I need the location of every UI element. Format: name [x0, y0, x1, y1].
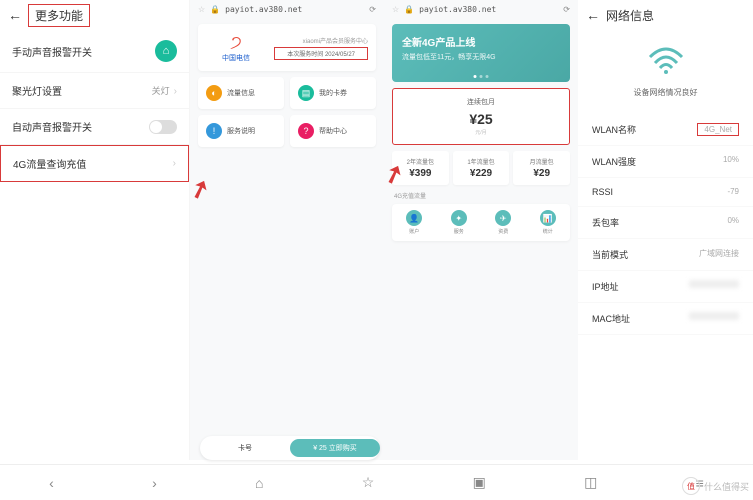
grid-label: 我的卡券	[319, 88, 347, 98]
grid-traffic-info[interactable]: ◐ 流量信息	[198, 77, 284, 109]
watermark-icon: 值	[682, 477, 700, 495]
back-icon[interactable]: ←	[586, 7, 600, 23]
ic-service[interactable]: ✦服务	[451, 210, 467, 235]
row-label: 手动声音报警开关	[12, 44, 92, 59]
chart-icon: 📊	[540, 210, 556, 226]
row-value: 关灯	[152, 86, 170, 96]
pack-row: 2年流量包¥399 1年流量包¥229 月流量包¥29	[392, 151, 570, 185]
help-icon: ?	[298, 123, 314, 139]
banner-title: 全新4G产品上线	[402, 34, 560, 49]
page-title: 网络信息	[606, 7, 654, 24]
watermark-text: 什么值得买	[704, 480, 749, 493]
nav-tabs-icon[interactable]: ▣	[473, 474, 486, 491]
telecom-date: 本次服务时间 2024/05/27	[274, 47, 368, 60]
pack-title: 月流量包	[516, 157, 567, 166]
star-icon-2: ✦	[451, 210, 467, 226]
ic-account[interactable]: 👤账户	[406, 210, 422, 235]
back-icon[interactable]: ←	[8, 7, 22, 23]
pack-price: ¥25	[401, 111, 561, 127]
info-icon: !	[206, 123, 222, 139]
nav-bookmark-icon[interactable]: ☆	[362, 474, 375, 491]
url-text: payiot.av380.net	[419, 5, 496, 14]
grid-help[interactable]: ? 帮助中心	[290, 115, 376, 147]
row-ip: IP地址	[578, 271, 753, 303]
user-icon: 👤	[406, 210, 422, 226]
pack-title: 连续包月	[401, 97, 561, 107]
card-icon: ▤	[298, 85, 314, 101]
plane-icon: ✈	[495, 210, 511, 226]
icon-row: 👤账户 ✦服务 ✈资费 📊统计	[392, 204, 570, 241]
ip-value	[689, 280, 739, 288]
purchase-bar[interactable]: 卡号 ¥ 25 立即购买	[200, 436, 380, 460]
pack-price: ¥229	[456, 168, 507, 179]
url-bar: ☆ 🔒 payiot.av380.net ⟳	[190, 0, 384, 19]
pack-month[interactable]: 月流量包 ¥29	[513, 151, 570, 185]
ic-stats[interactable]: 📊统计	[540, 210, 556, 235]
feature-grid: ◐ 流量信息 ▤ 我的卡券 ! 服务说明 ? 帮助中心	[198, 77, 376, 147]
url-text: payiot.av380.net	[225, 5, 302, 14]
home-icon: ⌂	[155, 40, 177, 62]
buy-now-button[interactable]: ¥ 25 立即购买	[290, 439, 380, 457]
row-packet-loss: 丢包率0%	[578, 207, 753, 239]
row-label: 自动声音报警开关	[12, 119, 92, 134]
grid-label: 帮助中心	[319, 126, 347, 136]
page-title: 更多功能	[28, 4, 90, 27]
telecom-logo: ੭ 中国电信	[206, 32, 266, 63]
pack-price: ¥29	[516, 168, 567, 179]
telecom-card: ੭ 中国电信 xiaomi产品会员服务中心 本次服务时间 2024/05/27	[198, 24, 376, 71]
recharge-label: 4G充值流量	[394, 191, 568, 200]
telecom-line1: xiaomi产品会员服务中心	[266, 36, 368, 45]
pack-1y[interactable]: 1年流量包 ¥229	[453, 151, 510, 185]
wifi-status: 设备网络情况良好	[578, 30, 753, 114]
row-auto-alarm[interactable]: 自动声音报警开关	[0, 109, 189, 145]
row-rssi: RSSI-79	[578, 178, 753, 207]
ic-fee[interactable]: ✈资费	[495, 210, 511, 235]
grid-label: 流量信息	[227, 88, 255, 98]
promo-banner[interactable]: 全新4G产品上线 流量包低至11元，畅享无限4G	[392, 24, 570, 82]
row-mac: MAC地址	[578, 303, 753, 335]
nav-back-icon[interactable]: ‹	[49, 475, 54, 491]
chevron-right-icon: ›	[173, 158, 176, 169]
wifi-status-text: 设备网络情况良好	[578, 87, 753, 98]
wlan-value: 4G_Net	[697, 123, 739, 136]
row-label: 聚光灯设置	[12, 83, 62, 98]
star-icon[interactable]: ☆	[198, 5, 205, 14]
grid-my-cards[interactable]: ▤ 我的卡券	[290, 77, 376, 109]
row-wlan-strength: WLAN强度10%	[578, 146, 753, 178]
nav-fwd-icon[interactable]: ›	[152, 475, 157, 491]
nav-windows-icon[interactable]: ◫	[584, 474, 597, 491]
card-number-tab[interactable]: 卡号	[200, 443, 290, 453]
reload-icon[interactable]: ⟳	[563, 5, 570, 14]
row-manual-alarm[interactable]: 手动声音报警开关 ⌂	[0, 30, 189, 73]
star-icon[interactable]: ☆	[392, 5, 399, 14]
pack-title: 2年流量包	[395, 157, 446, 166]
row-wlan-name: WLAN名称4G_Net	[578, 114, 753, 146]
pack-unit: 元/月	[401, 129, 561, 136]
traffic-icon: ◐	[206, 85, 222, 101]
pack-title: 1年流量包	[456, 157, 507, 166]
row-mode: 当前模式广域网连接	[578, 239, 753, 271]
settings-list: 手动声音报警开关 ⌂ 聚光灯设置 关灯 › 自动声音报警开关 4G流量查询充值 ›	[0, 30, 189, 182]
row-4g-recharge[interactable]: 4G流量查询充值 ›	[0, 145, 189, 182]
toggle-switch[interactable]	[149, 120, 177, 134]
row-spotlight[interactable]: 聚光灯设置 关灯 ›	[0, 73, 189, 109]
wifi-icon	[578, 46, 753, 83]
chevron-right-icon: ›	[174, 86, 177, 97]
row-label: 4G流量查询充值	[13, 156, 86, 171]
network-info-list: WLAN名称4G_Net WLAN强度10% RSSI-79 丢包率0% 当前模…	[578, 114, 753, 335]
nav-home-icon[interactable]: ⌂	[255, 475, 263, 491]
grid-service-info[interactable]: ! 服务说明	[198, 115, 284, 147]
banner-sub: 流量包低至11元，畅享无限4G	[402, 52, 560, 62]
url-bar: ☆ 🔒 payiot.av380.net ⟳	[384, 0, 578, 19]
browser-bottom-bar: ‹ › ⌂ ☆ ▣ ◫ ≡	[0, 464, 753, 500]
mac-value	[689, 312, 739, 320]
featured-pack[interactable]: 连续包月 ¥25 元/月	[392, 88, 570, 145]
lock-icon: 🔒	[210, 5, 220, 14]
grid-label: 服务说明	[227, 126, 255, 136]
lock-icon: 🔒	[404, 5, 414, 14]
reload-icon[interactable]: ⟳	[369, 5, 376, 14]
watermark: 值 什么值得买	[682, 477, 749, 495]
